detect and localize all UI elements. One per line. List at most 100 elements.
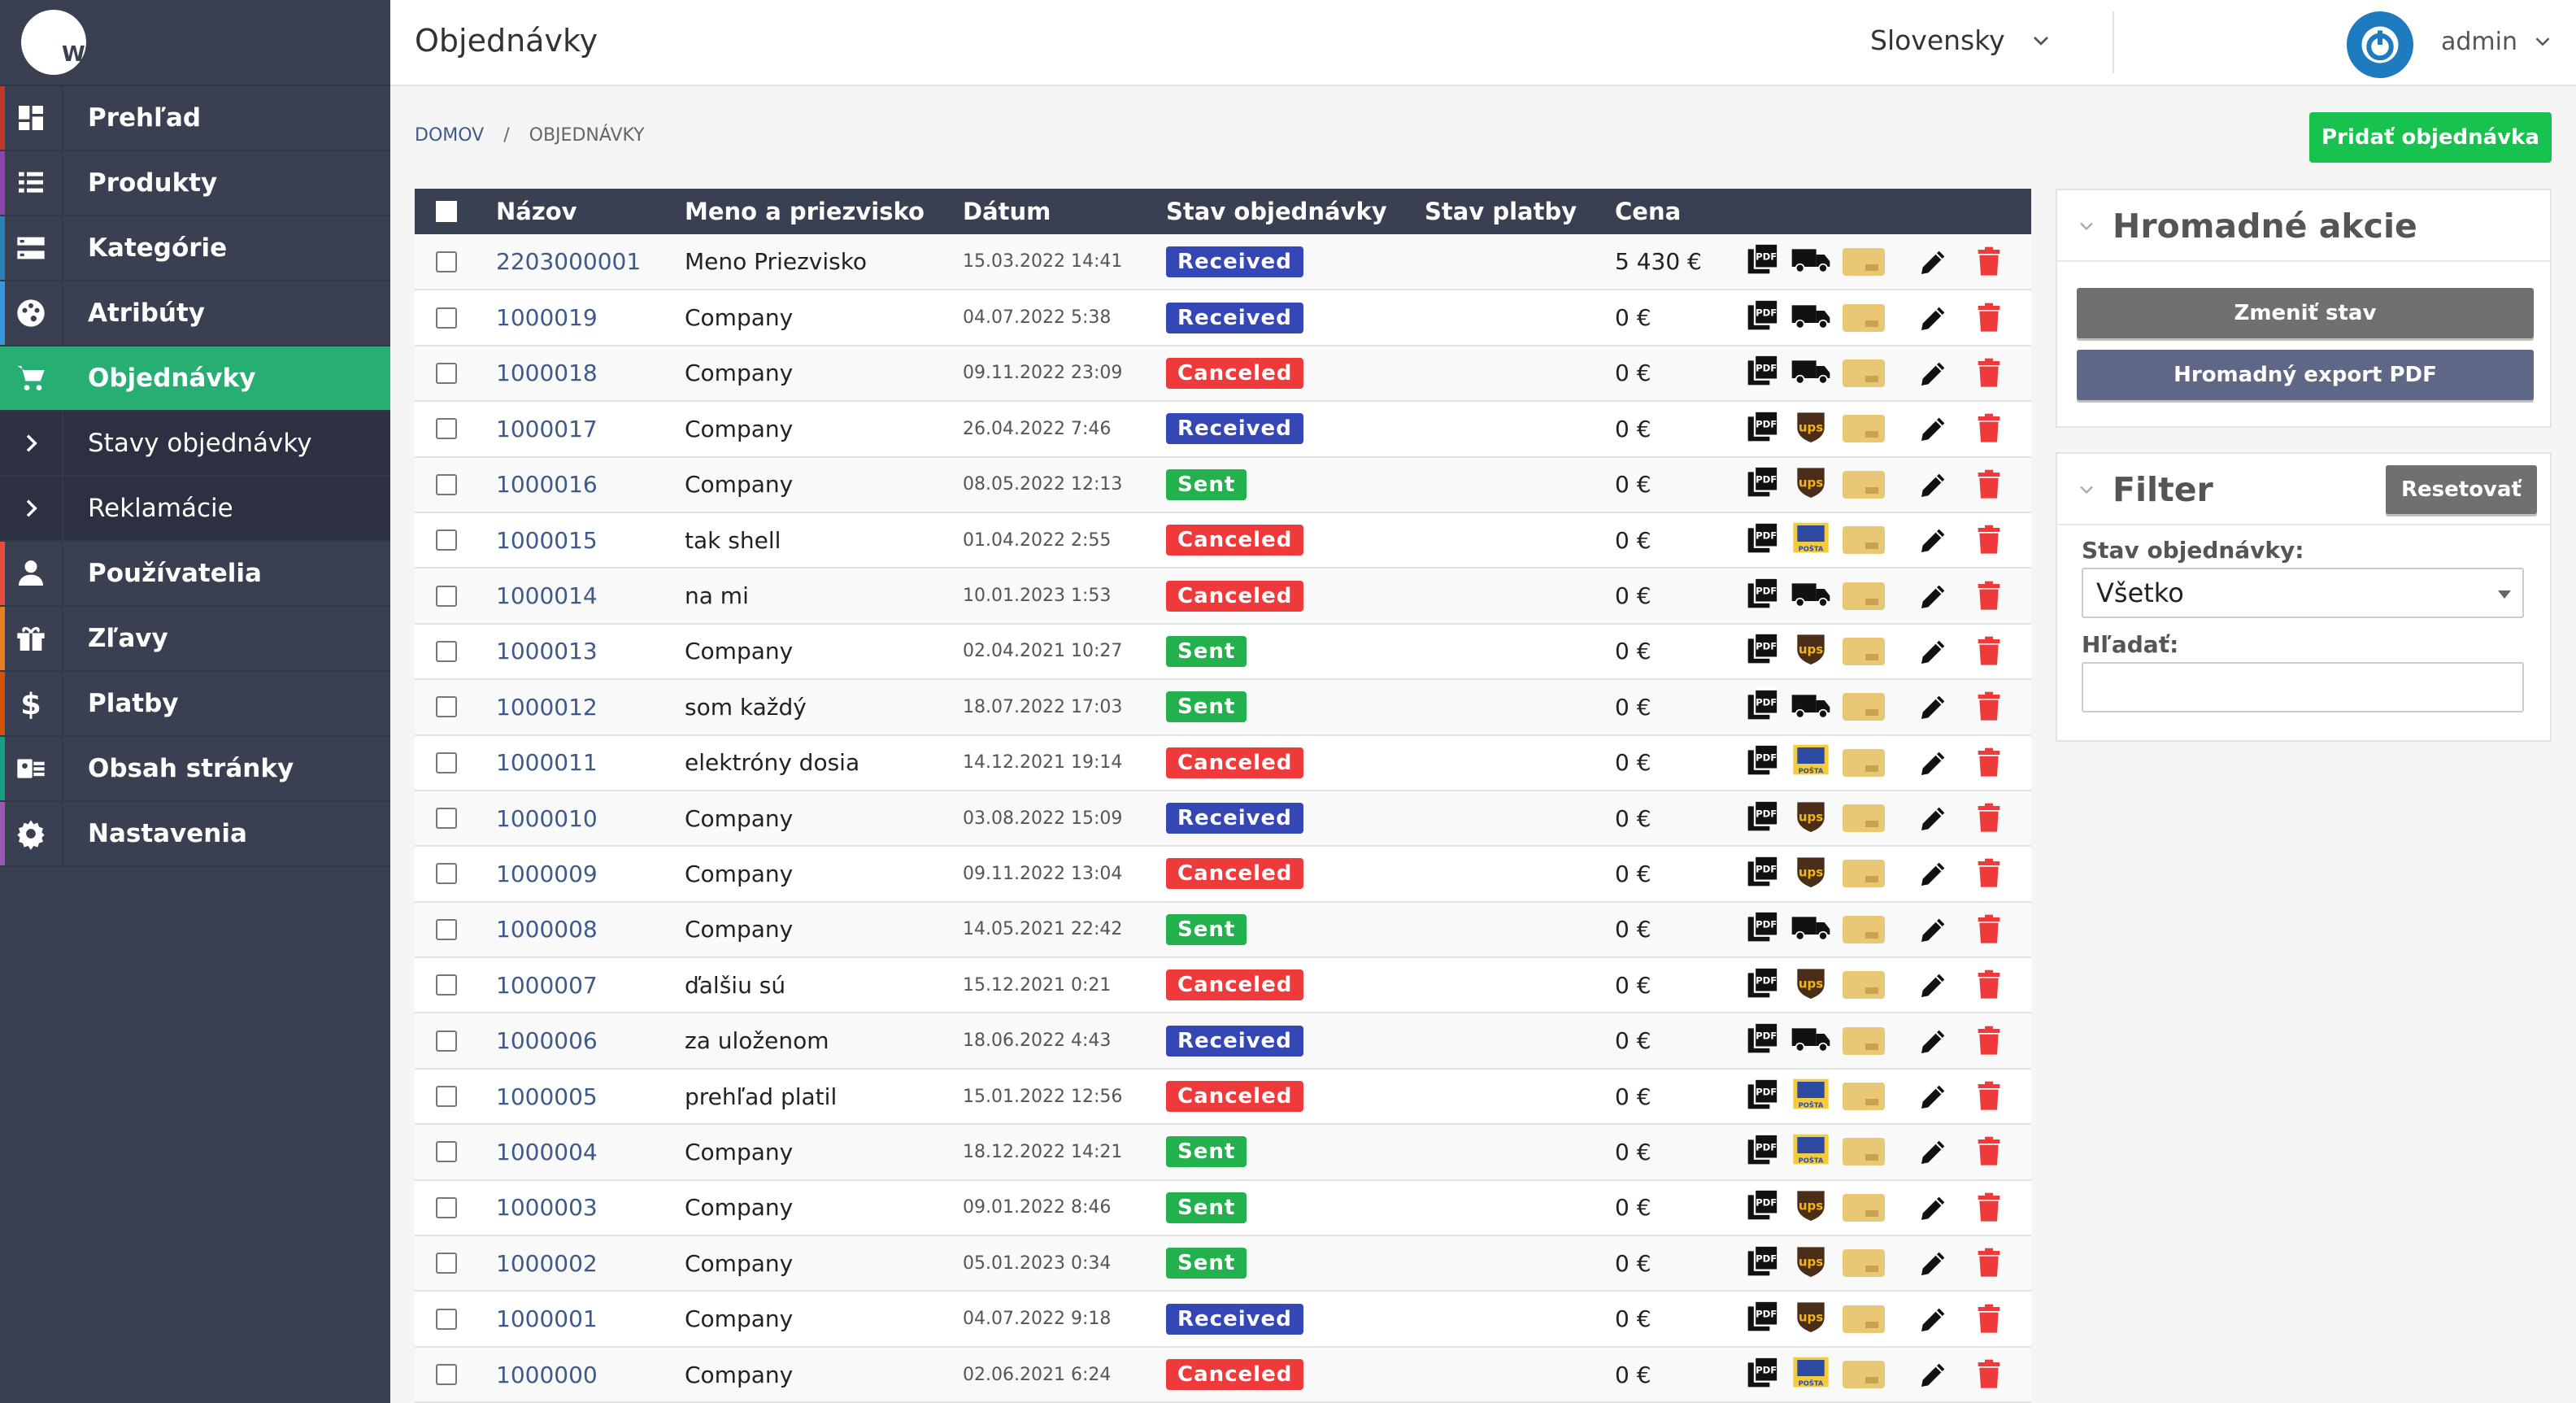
sidebar-item-atribúty[interactable]: Atribúty bbox=[0, 281, 390, 346]
order-id-link[interactable]: 1000016 bbox=[496, 456, 685, 513]
table-row[interactable]: 1000001 Company 04.07.2022 9:18 Received 0 €… bbox=[415, 1291, 2031, 1348]
row-checkbox[interactable] bbox=[436, 418, 457, 440]
edit-icon[interactable] bbox=[1917, 412, 1950, 445]
edit-icon[interactable] bbox=[1917, 691, 1950, 723]
row-checkbox[interactable] bbox=[436, 696, 457, 718]
pdf-icon[interactable]: PDF bbox=[1747, 855, 1779, 893]
pdf-icon[interactable]: PDF bbox=[1747, 1356, 1779, 1394]
order-id-link[interactable]: 1000007 bbox=[496, 957, 685, 1014]
pdf-icon[interactable]: PDF bbox=[1747, 465, 1779, 503]
table-row[interactable]: 1000018 Company 09.11.2022 23:09 Canceled 0 … bbox=[415, 345, 2031, 403]
sidebar-item-používatelia[interactable]: Používatelia bbox=[0, 542, 390, 607]
delete-icon[interactable] bbox=[1973, 747, 2005, 779]
pdf-icon[interactable]: PDF bbox=[1747, 298, 1779, 337]
pdf-icon[interactable]: PDF bbox=[1747, 577, 1779, 615]
sidebar-item-kategórie[interactable]: Kategórie bbox=[0, 216, 390, 281]
order-id-link[interactable]: 1000017 bbox=[496, 401, 685, 458]
row-checkbox[interactable] bbox=[436, 362, 457, 384]
pdf-icon[interactable]: PDF bbox=[1747, 743, 1779, 782]
pdf-icon[interactable]: PDF bbox=[1747, 688, 1779, 726]
search-input[interactable] bbox=[2082, 662, 2524, 712]
edit-icon[interactable] bbox=[1917, 580, 1950, 612]
order-id-link[interactable]: 1000000 bbox=[496, 1346, 685, 1403]
pdf-icon[interactable]: PDF bbox=[1747, 1188, 1779, 1227]
delete-icon[interactable] bbox=[1973, 691, 2005, 723]
chevron-down-icon[interactable] bbox=[2075, 215, 2098, 237]
order-id-link[interactable]: 1000010 bbox=[496, 790, 685, 847]
row-checkbox[interactable] bbox=[436, 473, 457, 495]
delete-icon[interactable] bbox=[1973, 1135, 2005, 1168]
order-id-link[interactable]: 1000011 bbox=[496, 734, 685, 791]
change-status-button[interactable]: Zmeniť stav bbox=[2077, 288, 2534, 338]
row-checkbox[interactable] bbox=[436, 1253, 457, 1274]
delete-icon[interactable] bbox=[1973, 468, 2005, 501]
edit-icon[interactable] bbox=[1917, 1303, 1950, 1335]
edit-icon[interactable] bbox=[1917, 969, 1950, 1001]
table-row[interactable]: 1000002 Company 05.01.2023 0:34 Sent 0 € PDF u… bbox=[415, 1235, 2031, 1292]
add-order-button[interactable]: Pridať objednávka bbox=[2309, 112, 2552, 163]
pdf-icon[interactable]: PDF bbox=[1747, 966, 1779, 1004]
row-checkbox[interactable] bbox=[436, 307, 457, 329]
row-checkbox[interactable] bbox=[436, 808, 457, 830]
table-row[interactable]: 1000010 Company 03.08.2022 15:09 Received 0 … bbox=[415, 790, 2031, 847]
logo[interactable]: WISDOM bbox=[0, 0, 390, 86]
delete-icon[interactable] bbox=[1973, 357, 2005, 390]
row-checkbox[interactable] bbox=[436, 529, 457, 551]
col-header-order-status[interactable]: Stav objednávky bbox=[1166, 189, 1425, 234]
order-id-link[interactable]: 1000009 bbox=[496, 846, 685, 903]
delete-icon[interactable] bbox=[1973, 1025, 2005, 1057]
table-row[interactable]: 1000011 elektróny dosia 14.12.2021 19:14 Ca… bbox=[415, 734, 2031, 791]
edit-icon[interactable] bbox=[1917, 246, 1950, 278]
order-id-link[interactable]: 1000008 bbox=[496, 901, 685, 959]
select-all-checkbox[interactable] bbox=[436, 201, 457, 222]
row-checkbox[interactable] bbox=[436, 1141, 457, 1163]
table-row[interactable]: 2203000001 Meno Priezvisko 15.03.2022 14:4… bbox=[415, 234, 2031, 291]
order-id-link[interactable]: 2203000001 bbox=[496, 234, 685, 291]
row-checkbox[interactable] bbox=[436, 752, 457, 773]
chevron-down-icon[interactable] bbox=[2075, 478, 2098, 501]
order-id-link[interactable]: 1000004 bbox=[496, 1124, 685, 1181]
edit-icon[interactable] bbox=[1917, 747, 1950, 779]
pdf-icon[interactable]: PDF bbox=[1747, 632, 1779, 670]
edit-icon[interactable] bbox=[1917, 468, 1950, 501]
order-id-link[interactable]: 1000012 bbox=[496, 679, 685, 736]
delete-icon[interactable] bbox=[1973, 412, 2005, 445]
edit-icon[interactable] bbox=[1917, 913, 1950, 946]
row-checkbox[interactable] bbox=[436, 974, 457, 996]
table-row[interactable]: 1000006 za uloženom 18.06.2022 4:43 Receive… bbox=[415, 1013, 2031, 1070]
delete-icon[interactable] bbox=[1973, 580, 2005, 612]
edit-icon[interactable] bbox=[1917, 635, 1950, 668]
order-id-link[interactable]: 1000001 bbox=[496, 1291, 685, 1348]
table-row[interactable]: 1000019 Company 04.07.2022 5:38 Received 0 €… bbox=[415, 290, 2031, 346]
edit-icon[interactable] bbox=[1917, 1247, 1950, 1279]
status-filter-select[interactable]: Všetko bbox=[2082, 568, 2524, 618]
table-row[interactable]: 1000014 na mi 10.01.2023 1:53 Canceled 0 € PD… bbox=[415, 568, 2031, 625]
delete-icon[interactable] bbox=[1973, 246, 2005, 278]
table-row[interactable]: 1000013 Company 02.04.2021 10:27 Sent 0 € PDF… bbox=[415, 623, 2031, 681]
table-row[interactable]: 1000009 Company 09.11.2022 13:04 Canceled 0 … bbox=[415, 846, 2031, 903]
col-header-person[interactable]: Meno a priezvisko bbox=[685, 189, 963, 234]
pdf-icon[interactable]: PDF bbox=[1747, 1078, 1779, 1116]
delete-icon[interactable] bbox=[1973, 802, 2005, 834]
table-row[interactable]: 1000015 tak shell 01.04.2022 2:55 Canceled 0… bbox=[415, 512, 2031, 569]
sidebar-item-obsah-stránky[interactable]: Obsah stránky bbox=[0, 737, 390, 802]
edit-icon[interactable] bbox=[1917, 802, 1950, 834]
delete-icon[interactable] bbox=[1973, 1080, 2005, 1113]
row-checkbox[interactable] bbox=[436, 585, 457, 607]
delete-icon[interactable] bbox=[1973, 857, 2005, 890]
order-id-link[interactable]: 1000015 bbox=[496, 512, 685, 569]
delete-icon[interactable] bbox=[1973, 1358, 2005, 1391]
edit-icon[interactable] bbox=[1917, 1358, 1950, 1391]
sidebar-item-produkty[interactable]: Produkty bbox=[0, 151, 390, 216]
order-id-link[interactable]: 1000019 bbox=[496, 290, 685, 346]
pdf-icon[interactable]: PDF bbox=[1747, 521, 1779, 560]
order-id-link[interactable]: 1000002 bbox=[496, 1235, 685, 1292]
table-row[interactable]: 1000000 Company 02.06.2021 6:24 Canceled 0 €… bbox=[415, 1346, 2031, 1403]
delete-icon[interactable] bbox=[1973, 913, 2005, 946]
sidebar-item-platby[interactable]: $ Platby bbox=[0, 672, 390, 737]
row-checkbox[interactable] bbox=[436, 1086, 457, 1108]
sidebar-item-zľavy[interactable]: Zľavy bbox=[0, 607, 390, 672]
table-row[interactable]: 1000012 som každý 18.07.2022 17:03 Sent 0 € P… bbox=[415, 679, 2031, 736]
sidebar-item-nastavenia[interactable]: Nastavenia bbox=[0, 802, 390, 867]
table-row[interactable]: 1000007 ďalšiu sú 15.12.2021 0:21 Canceled 0… bbox=[415, 957, 2031, 1014]
